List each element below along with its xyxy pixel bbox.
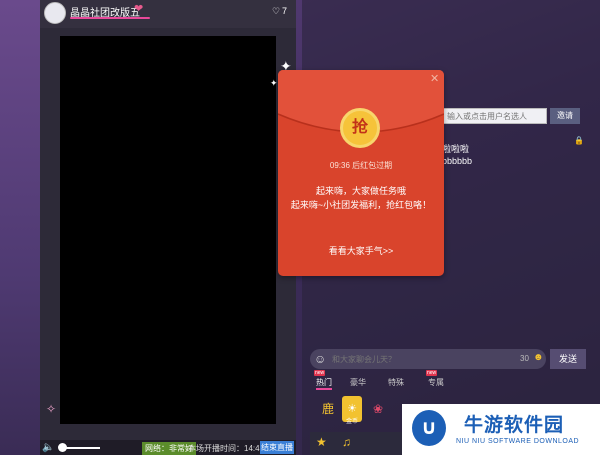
- video-area[interactable]: [60, 36, 276, 424]
- char-count: 30: [520, 354, 529, 363]
- watermark-subtitle: NIU NIU SOFTWARE DOWNLOAD: [456, 438, 580, 445]
- user-search-input[interactable]: [443, 109, 546, 123]
- send-button[interactable]: 发送: [550, 349, 586, 369]
- red-packet-dialog: ✕ 抢 09:36 后红包过期 起来嗨，大家做任务哦 起来嗨~小社团发福利，抢红…: [278, 70, 444, 276]
- chat-input[interactable]: [332, 352, 502, 366]
- new-tag: new: [314, 370, 326, 376]
- grab-label: 抢: [351, 119, 368, 136]
- live-duration: 本场开播时间：14:47: [188, 444, 265, 453]
- live-header: 晶晶社团改版五 ❤ ♡ 7: [40, 0, 296, 28]
- avatar[interactable]: [44, 2, 66, 24]
- gift-label: 金币: [346, 419, 359, 425]
- deer-gift-icon[interactable]: 鹿: [318, 396, 338, 422]
- heart-outline-icon[interactable]: ♡: [272, 6, 280, 17]
- volume-icon[interactable]: 🔈: [42, 442, 54, 453]
- live-panel: 晶晶社团改版五 ❤ ♡ 7 ✧ 🔈 网络：非常好 本场开播时间：14:47 结束…: [40, 0, 296, 455]
- countdown: 09:36 后红包过期: [329, 161, 393, 170]
- grab-button[interactable]: 抢: [340, 108, 380, 148]
- like-count: 7: [282, 6, 288, 16]
- gift-tabs: new 热门 豪华 特殊 new 专属: [310, 370, 590, 390]
- background-edge: [0, 0, 40, 455]
- tab-luxury[interactable]: 豪华: [350, 377, 366, 388]
- level-bar: [70, 17, 150, 19]
- user-search: [442, 108, 547, 124]
- watermark-title: 牛游软件园: [464, 415, 565, 436]
- watermark: ∪ 牛游软件园 NIU NIU SOFTWARE DOWNLOAD: [402, 404, 600, 455]
- rose-gift-icon[interactable]: ❀: [368, 396, 388, 422]
- new-tag: new: [426, 370, 438, 376]
- gift-list: 鹿 ☀ 金币 ❀: [310, 396, 400, 425]
- sparkle-icon: ✦: [270, 78, 278, 88]
- player-controls: 🔈 网络：非常好 本场开播时间：14:47 结束直播: [40, 440, 296, 455]
- sparkle-icon: ✧: [46, 402, 57, 416]
- emoji-icon[interactable]: ☻: [533, 352, 544, 363]
- end-live-button[interactable]: 结束直播: [260, 441, 294, 454]
- view-luck-link[interactable]: 看看大家手气>>: [278, 244, 444, 257]
- lock-icon[interactable]: 🔒: [574, 136, 584, 145]
- logo-icon: ∪: [412, 410, 446, 446]
- chat-message: 啦啦啦: [442, 144, 470, 154]
- star-icon[interactable]: ★: [316, 435, 327, 449]
- chat-message: bbbbbb: [442, 156, 473, 166]
- packet-message: 起来嗨，大家做任务哦: [315, 186, 406, 196]
- volume-knob[interactable]: [58, 443, 67, 452]
- tab-hot[interactable]: 热门: [316, 377, 332, 390]
- close-icon[interactable]: ✕: [430, 72, 439, 85]
- tab-special[interactable]: 特殊: [388, 377, 404, 388]
- packet-message: 起来嗨~小社团发福利，抢红包咯！: [290, 200, 432, 210]
- invite-button[interactable]: 邀请: [550, 108, 580, 124]
- chat-input-box: ☺ 30 ☻: [310, 349, 546, 369]
- heart-badge-icon: ❤: [134, 3, 144, 15]
- smile-icon[interactable]: ☺: [314, 352, 326, 366]
- music-icon[interactable]: ♫: [342, 435, 351, 449]
- tab-exclusive[interactable]: 专属: [428, 377, 444, 388]
